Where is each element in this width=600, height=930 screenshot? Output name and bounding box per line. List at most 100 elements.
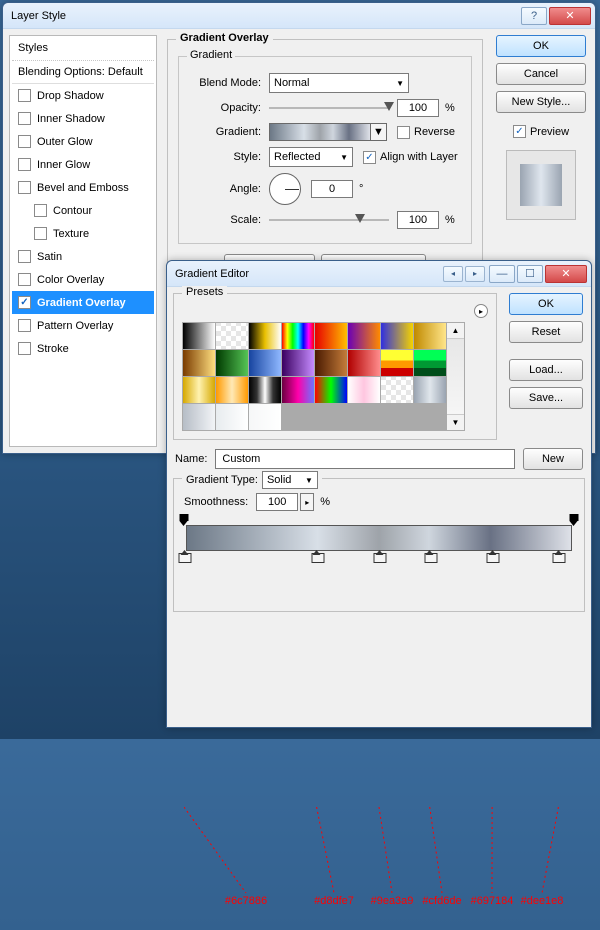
hex-annotation: #dee1e8 bbox=[521, 895, 564, 907]
name-input[interactable]: Custom bbox=[215, 449, 515, 469]
style-item-stroke[interactable]: Stroke bbox=[12, 337, 154, 360]
preset-swatch[interactable] bbox=[216, 323, 248, 349]
style-item-outer-glow[interactable]: Outer Glow bbox=[12, 130, 154, 153]
gradient-bar[interactable] bbox=[186, 525, 572, 551]
color-stop[interactable] bbox=[487, 551, 498, 563]
gradient-dropdown[interactable]: ▼ bbox=[371, 123, 387, 141]
preset-swatch[interactable] bbox=[249, 404, 281, 430]
ge-reset-button[interactable]: Reset bbox=[509, 321, 583, 343]
style-item-gradient-overlay[interactable]: ✓Gradient Overlay bbox=[12, 291, 154, 314]
presets-menu-icon[interactable]: ▸ bbox=[474, 304, 488, 318]
style-item-label: Contour bbox=[53, 205, 92, 217]
cancel-button[interactable]: Cancel bbox=[496, 63, 586, 85]
style-label: Style: bbox=[189, 151, 269, 163]
preview-checkbox[interactable]: ✓ Preview bbox=[513, 125, 569, 138]
preset-swatch[interactable] bbox=[315, 377, 347, 403]
layer-style-titlebar[interactable]: Layer Style ? ✕ bbox=[3, 3, 595, 29]
align-checkbox[interactable]: ✓ Align with Layer bbox=[363, 151, 458, 164]
style-item-drop-shadow[interactable]: Drop Shadow bbox=[12, 84, 154, 107]
style-item-contour[interactable]: Contour bbox=[12, 199, 154, 222]
preset-swatch[interactable] bbox=[249, 350, 281, 376]
maximize-button[interactable]: ☐ bbox=[517, 265, 543, 283]
preset-scrollbar[interactable]: ▲ ▼ bbox=[447, 322, 465, 431]
style-item-bevel-and-emboss[interactable]: Bevel and Emboss bbox=[12, 176, 154, 199]
checkbox-icon bbox=[18, 250, 31, 263]
preset-swatch[interactable] bbox=[348, 323, 380, 349]
style-item-satin[interactable]: Satin bbox=[12, 245, 154, 268]
preset-swatch[interactable] bbox=[381, 350, 413, 376]
gradient-editor-titlebar[interactable]: Gradient Editor ◂ ▸ — ☐ ✕ bbox=[167, 261, 591, 287]
gradient-swatch[interactable] bbox=[269, 123, 371, 141]
opacity-stop[interactable] bbox=[180, 514, 189, 523]
preview-label: Preview bbox=[530, 126, 569, 138]
gtype-select[interactable]: Solid ▼ bbox=[262, 471, 318, 489]
color-stop[interactable] bbox=[179, 551, 190, 563]
opacity-unit: % bbox=[445, 102, 455, 114]
close-button[interactable]: ✕ bbox=[545, 265, 587, 283]
styles-header[interactable]: Styles bbox=[12, 38, 154, 61]
style-item-color-overlay[interactable]: Color Overlay bbox=[12, 268, 154, 291]
minimize-button[interactable]: — bbox=[489, 265, 515, 283]
scale-slider[interactable] bbox=[269, 214, 389, 226]
smoothness-dropdown[interactable]: ▸ bbox=[300, 493, 314, 511]
ge-ok-button[interactable]: OK bbox=[509, 293, 583, 315]
ge-save-button[interactable]: Save... bbox=[509, 387, 583, 409]
preset-swatch[interactable] bbox=[249, 323, 281, 349]
opacity-input[interactable]: 100 bbox=[397, 99, 439, 117]
color-stop[interactable] bbox=[424, 551, 435, 563]
preset-swatch[interactable] bbox=[414, 377, 446, 403]
style-item-inner-shadow[interactable]: Inner Shadow bbox=[12, 107, 154, 130]
preset-swatch[interactable] bbox=[414, 350, 446, 376]
style-select[interactable]: Reflected ▼ bbox=[269, 147, 353, 167]
style-item-inner-glow[interactable]: Inner Glow bbox=[12, 153, 154, 176]
preset-swatch[interactable] bbox=[315, 350, 347, 376]
scale-input[interactable]: 100 bbox=[397, 211, 439, 229]
color-stop[interactable] bbox=[553, 551, 564, 563]
new-style-button[interactable]: New Style... bbox=[496, 91, 586, 113]
scale-label: Scale: bbox=[189, 214, 269, 226]
color-stop[interactable] bbox=[311, 551, 322, 563]
close-button[interactable]: ✕ bbox=[549, 7, 591, 25]
new-button[interactable]: New bbox=[523, 448, 583, 470]
style-item-pattern-overlay[interactable]: Pattern Overlay bbox=[12, 314, 154, 337]
preset-swatch[interactable] bbox=[216, 350, 248, 376]
checkbox-icon bbox=[34, 204, 47, 217]
angle-label: Angle: bbox=[189, 183, 269, 195]
preset-swatch[interactable] bbox=[282, 377, 314, 403]
angle-input[interactable]: 0 bbox=[311, 180, 353, 198]
scroll-up-icon[interactable]: ▲ bbox=[447, 323, 464, 339]
blending-options-row[interactable]: Blending Options: Default bbox=[12, 61, 154, 84]
preset-swatch[interactable] bbox=[315, 323, 347, 349]
preset-swatch[interactable] bbox=[348, 377, 380, 403]
scroll-down-icon[interactable]: ▼ bbox=[447, 414, 464, 430]
preset-swatch[interactable] bbox=[348, 350, 380, 376]
opacity-slider[interactable] bbox=[269, 102, 389, 114]
preset-swatch[interactable] bbox=[282, 323, 314, 349]
reverse-checkbox[interactable]: Reverse bbox=[397, 126, 455, 139]
preset-swatch[interactable] bbox=[381, 323, 413, 349]
style-item-label: Outer Glow bbox=[37, 136, 93, 148]
color-stop[interactable] bbox=[374, 551, 385, 563]
preset-swatch[interactable] bbox=[183, 377, 215, 403]
preset-swatch[interactable] bbox=[216, 377, 248, 403]
angle-dial[interactable] bbox=[269, 173, 301, 205]
preset-swatch[interactable] bbox=[249, 377, 281, 403]
smoothness-input[interactable]: 100 bbox=[256, 493, 298, 511]
blend-mode-select[interactable]: Normal ▼ bbox=[269, 73, 409, 93]
preset-swatch[interactable] bbox=[414, 323, 446, 349]
nav-next-icon[interactable]: ▸ bbox=[465, 266, 485, 282]
preset-swatch[interactable] bbox=[183, 350, 215, 376]
style-item-texture[interactable]: Texture bbox=[12, 222, 154, 245]
style-item-label: Gradient Overlay bbox=[37, 297, 126, 309]
style-item-label: Inner Shadow bbox=[37, 113, 105, 125]
ok-button[interactable]: OK bbox=[496, 35, 586, 57]
opacity-stop[interactable] bbox=[570, 514, 579, 523]
preset-swatch[interactable] bbox=[381, 377, 413, 403]
ge-load-button[interactable]: Load... bbox=[509, 359, 583, 381]
help-button[interactable]: ? bbox=[521, 7, 547, 25]
preset-swatch[interactable] bbox=[183, 404, 215, 430]
preset-swatch[interactable] bbox=[216, 404, 248, 430]
preset-swatch[interactable] bbox=[183, 323, 215, 349]
preset-swatch[interactable] bbox=[282, 350, 314, 376]
nav-prev-icon[interactable]: ◂ bbox=[443, 266, 463, 282]
